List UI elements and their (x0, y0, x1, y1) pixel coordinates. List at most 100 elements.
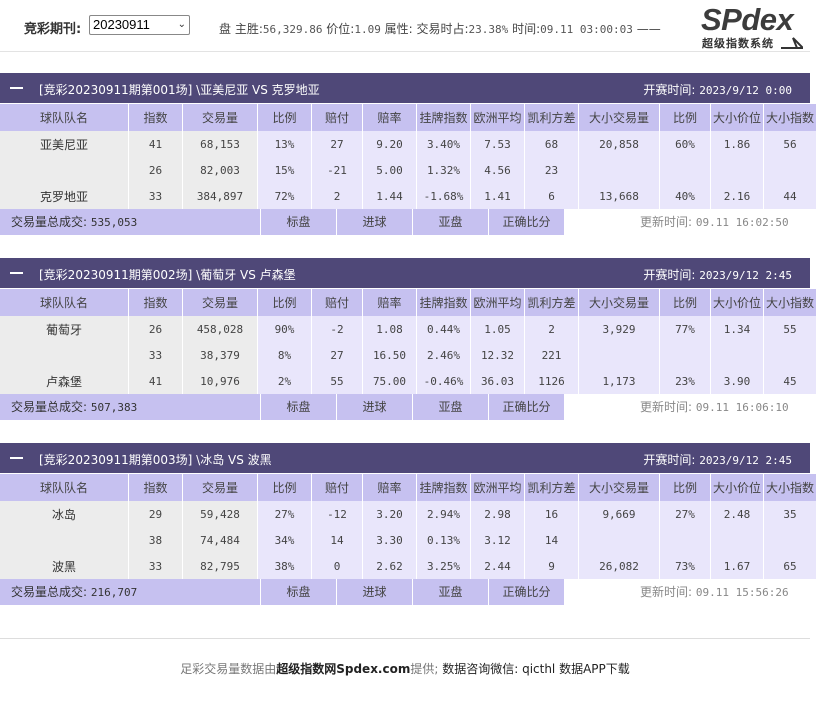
cell-pay: 14 (312, 527, 362, 553)
column-header[interactable]: 赔付 (312, 103, 362, 131)
column-header[interactable]: 凯利方差 (525, 103, 578, 131)
odds-table: 球队队名 指数 交易量 比例 赔付 赔率 挂牌指数 欧洲平均 凯利方差 大小交易量 比例 大小价位 大小… (0, 103, 817, 209)
cell-team: 卢森堡 (0, 368, 128, 394)
cell-odds: 75.00 (363, 368, 416, 394)
cell-ou-idx: 44 (764, 183, 816, 209)
cell-team: 克罗地亚 (0, 183, 128, 209)
column-header[interactable]: 大小价位 (711, 103, 763, 131)
table-header-row: 球队队名 指数 交易量 比例 赔付 赔率 挂牌指数 欧洲平均 凯利方差 大小交易量 比例 大小价位 大小… (0, 473, 816, 501)
column-header[interactable]: 大小交易量 (579, 288, 659, 316)
period-select[interactable]: 20230911 ⌄ (89, 15, 190, 35)
column-header[interactable]: 指数 (129, 103, 182, 131)
cell-list-idx: -1.68% (417, 183, 470, 209)
column-header[interactable]: 大小指数 (764, 288, 816, 316)
column-header[interactable]: 球队队名 (0, 288, 128, 316)
column-header[interactable]: 挂牌指数 (417, 473, 470, 501)
spdex-link[interactable]: 超级指数网Spdex.com (276, 662, 410, 676)
collapse-icon[interactable] (10, 87, 23, 89)
cell-list-idx: 0.13% (417, 527, 470, 553)
tab-standard[interactable]: 标盘 (261, 579, 336, 605)
cell-kelly: 68 (525, 131, 578, 157)
tab-goals[interactable]: 进球 (337, 209, 412, 235)
cell-ou-ratio: 23% (660, 368, 710, 394)
cell-list-idx: 2.46% (417, 342, 470, 368)
cell-ou-price: 2.48 (711, 501, 763, 527)
column-header[interactable]: 比例 (660, 473, 710, 501)
column-header[interactable]: 交易量 (183, 288, 257, 316)
collapse-icon[interactable] (10, 457, 23, 459)
column-header[interactable]: 交易量 (183, 103, 257, 131)
column-header[interactable]: 赔付 (312, 288, 362, 316)
cell-pay: -21 (312, 157, 362, 183)
column-header[interactable]: 欧洲平均 (471, 473, 524, 501)
column-header[interactable]: 大小价位 (711, 473, 763, 501)
column-header[interactable]: 挂牌指数 (417, 103, 470, 131)
cell-odds: 3.20 (363, 501, 416, 527)
update-time: 更新时间: 09.11 16:06:10 (640, 400, 789, 414)
total-volume: 交易量总成交: 216,707 (0, 579, 260, 605)
column-header[interactable]: 球队队名 (0, 473, 128, 501)
cell-ou-ratio: 27% (660, 501, 710, 527)
cell-ou-price: 1.34 (711, 316, 763, 342)
cell-pay: 55 (312, 368, 362, 394)
column-header[interactable]: 比例 (258, 288, 311, 316)
column-header[interactable]: 比例 (660, 288, 710, 316)
cell-ou-idx (764, 157, 816, 183)
period-select-value: 20230911 (93, 17, 150, 32)
column-header[interactable]: 指数 (129, 288, 182, 316)
column-header[interactable]: 欧洲平均 (471, 103, 524, 131)
column-header[interactable]: 比例 (258, 473, 311, 501)
column-header[interactable]: 赔率 (363, 473, 416, 501)
column-header[interactable]: 赔率 (363, 288, 416, 316)
collapse-icon[interactable] (10, 272, 23, 274)
match-block: [竞彩20230911期第002场] \葡萄牙 VS 卢森堡 开赛时间: 2023… (0, 258, 816, 420)
tab-correct-score[interactable]: 正确比分 (489, 394, 564, 420)
cell-ratio: 90% (258, 316, 311, 342)
cell-ou-price (711, 342, 763, 368)
cell-ou-idx: 35 (764, 501, 816, 527)
column-header[interactable]: 欧洲平均 (471, 288, 524, 316)
cell-idx: 33 (129, 342, 182, 368)
column-header[interactable]: 比例 (258, 103, 311, 131)
spdex-logo[interactable]: SPdex 超级指数系统 (697, 2, 807, 50)
column-header[interactable]: 挂牌指数 (417, 288, 470, 316)
column-header[interactable]: 大小价位 (711, 288, 763, 316)
column-header[interactable]: 赔付 (312, 473, 362, 501)
cell-odds: 3.30 (363, 527, 416, 553)
tab-goals[interactable]: 进球 (337, 394, 412, 420)
column-header[interactable]: 球队队名 (0, 103, 128, 131)
cell-eu-avg: 7.53 (471, 131, 524, 157)
tab-standard[interactable]: 标盘 (261, 394, 336, 420)
cell-ou-ratio (660, 527, 710, 553)
cell-kelly: 16 (525, 501, 578, 527)
tab-asian[interactable]: 亚盘 (413, 209, 488, 235)
cell-ou-ratio (660, 342, 710, 368)
main-win-value: 56,329.86 (262, 23, 323, 36)
cell-ou-vol (579, 527, 659, 553)
cell-odds: 16.50 (363, 342, 416, 368)
column-header[interactable]: 凯利方差 (525, 473, 578, 501)
tab-asian[interactable]: 亚盘 (413, 579, 488, 605)
tab-standard[interactable]: 标盘 (261, 209, 336, 235)
column-header[interactable]: 赔率 (363, 103, 416, 131)
column-header[interactable]: 大小指数 (764, 103, 816, 131)
column-header[interactable]: 凯利方差 (525, 288, 578, 316)
column-header[interactable]: 比例 (660, 103, 710, 131)
tab-correct-score[interactable]: 正确比分 (489, 209, 564, 235)
cell-team (0, 527, 128, 553)
total-volume: 交易量总成交: 535,053 (0, 209, 260, 235)
column-header[interactable]: 大小指数 (764, 473, 816, 501)
cell-eu-avg: 2.98 (471, 501, 524, 527)
cell-eu-avg: 4.56 (471, 157, 524, 183)
table-row: 冰岛 29 59,428 27% -12 3.20 2.94% 2.98 16 9,669 27% 2… (0, 501, 816, 527)
column-header[interactable]: 大小交易量 (579, 473, 659, 501)
cell-kelly: 1126 (525, 368, 578, 394)
column-header[interactable]: 指数 (129, 473, 182, 501)
column-header[interactable]: 交易量 (183, 473, 257, 501)
column-header[interactable]: 大小交易量 (579, 103, 659, 131)
tab-asian[interactable]: 亚盘 (413, 394, 488, 420)
tab-goals[interactable]: 进球 (337, 579, 412, 605)
tab-correct-score[interactable]: 正确比分 (489, 579, 564, 605)
cell-team: 亚美尼亚 (0, 131, 128, 157)
kickoff-time: 开赛时间: 2023/9/12 0:00 (643, 83, 792, 97)
